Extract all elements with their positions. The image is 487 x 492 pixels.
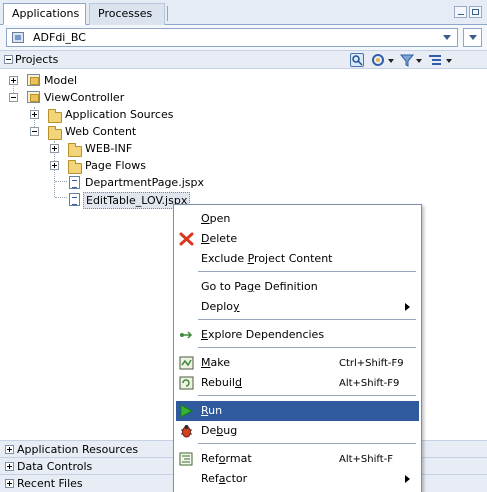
menu-item-make[interactable]: Make Ctrl+Shift-F9 (176, 353, 419, 373)
folder-icon (48, 126, 62, 140)
chevron-down-icon[interactable] (388, 59, 394, 63)
menu-item-reformat[interactable]: Reformat Alt+Shift-F (176, 449, 419, 469)
delete-icon (179, 232, 194, 246)
tab-processes-label: Processes (98, 7, 153, 20)
menu-separator (198, 271, 416, 272)
jspx-file-icon (69, 193, 80, 206)
expand-icon[interactable] (50, 161, 59, 170)
project-icon (27, 74, 40, 86)
expand-icon[interactable] (5, 462, 14, 471)
data-controls-label: Data Controls (17, 460, 93, 473)
tree-node-web-inf[interactable]: WEB-INF (85, 141, 132, 156)
tab-applications-label: Applications (12, 7, 80, 20)
chevron-down-icon (469, 35, 477, 40)
recent-files-label: Recent Files (17, 477, 83, 490)
application-dropdown[interactable]: ADFdi_BC (6, 28, 458, 47)
application-menu-button[interactable] (463, 28, 482, 47)
menu-item-label: Rebuild (201, 376, 242, 389)
tree-node-page-flows[interactable]: Page Flows (85, 158, 146, 173)
menu-item-refactor[interactable]: Refactor (176, 469, 419, 489)
expand-icon[interactable] (50, 144, 59, 153)
application-selector-bar: ADFdi_BC (0, 25, 487, 51)
folder-icon (68, 143, 82, 157)
chevron-down-icon (443, 35, 451, 40)
tab-processes[interactable]: Processes (89, 3, 165, 25)
chevron-down-icon[interactable] (416, 59, 422, 63)
menu-item-exclude-project-content[interactable]: Exclude Project Content (176, 249, 419, 269)
folder-icon (68, 160, 82, 174)
collapse-icon[interactable] (30, 127, 39, 136)
application-name: ADFdi_BC (33, 31, 86, 44)
rebuild-icon (179, 376, 194, 390)
tab-applications[interactable]: Applications (3, 3, 86, 25)
menu-separator (198, 319, 416, 320)
context-menu: Open Delete Exclude Project Content Go t… (173, 204, 422, 492)
menu-shortcut: Alt+Shift-F9 (339, 378, 400, 389)
dependencies-icon (179, 328, 194, 342)
menu-item-label: Go to Page Definition (201, 280, 318, 293)
reformat-icon (179, 452, 194, 466)
menu-item-open[interactable]: Open (176, 209, 419, 229)
filter-icon[interactable] (399, 53, 415, 67)
projects-title: Projects (15, 53, 59, 66)
submenu-arrow-icon (405, 303, 410, 311)
tree-node-department-page[interactable]: DepartmentPage.jspx (85, 175, 204, 190)
navigator-tab-bar: Applications Processes (0, 0, 487, 25)
expand-icon[interactable] (30, 110, 39, 119)
jspx-file-icon (69, 176, 80, 189)
view-options-icon[interactable] (428, 53, 442, 67)
tree-node-viewcontroller[interactable]: ViewController (44, 90, 124, 105)
minimize-icon[interactable] (454, 6, 467, 18)
menu-item-deploy[interactable]: Deploy (176, 297, 419, 317)
menu-item-label: Exclude Project Content (201, 252, 333, 265)
menu-shortcut: Ctrl+Shift-F9 (339, 358, 404, 369)
chevron-down-icon[interactable] (446, 59, 452, 63)
expand-icon[interactable] (5, 445, 14, 454)
menu-item-label: Make (201, 356, 230, 369)
tree-connector (55, 181, 67, 182)
bug-icon (179, 424, 194, 438)
make-icon (179, 356, 194, 370)
menu-item-label: Open (201, 212, 231, 225)
tree-node-application-sources[interactable]: Application Sources (65, 107, 173, 122)
menu-item-label: Deploy (201, 300, 240, 313)
menu-separator (198, 443, 416, 444)
expand-icon[interactable] (5, 479, 14, 488)
maximize-icon[interactable] (469, 6, 482, 18)
menu-item-rebuild[interactable]: Rebuild Alt+Shift-F9 (176, 373, 419, 393)
menu-item-goto-page-definition[interactable]: Go to Page Definition (176, 277, 419, 297)
folder-icon (48, 109, 62, 123)
menu-item-label: Debug (201, 424, 238, 437)
menu-item-label: Reformat (201, 452, 252, 465)
collapse-icon[interactable] (9, 93, 18, 102)
menu-item-debug[interactable]: Debug (176, 421, 419, 441)
projects-panel-header[interactable]: Projects (0, 51, 487, 69)
tree-connector (55, 197, 67, 198)
menu-item-label: Refactor (201, 472, 248, 485)
search-icon[interactable] (350, 53, 364, 67)
menu-separator (198, 347, 416, 348)
menu-item-run[interactable]: Run (176, 401, 419, 421)
submenu-arrow-icon (405, 475, 410, 483)
collapse-icon[interactable] (4, 55, 13, 64)
application-icon (12, 32, 24, 43)
sync-icon[interactable] (371, 53, 385, 67)
tree-node-model[interactable]: Model (44, 73, 77, 88)
menu-item-label: Run (201, 404, 223, 417)
application-resources-label: Application Resources (17, 443, 139, 456)
expand-icon[interactable] (9, 76, 18, 85)
menu-item-explore-dependencies[interactable]: Explore Dependencies (176, 325, 419, 345)
tree-node-web-content[interactable]: Web Content (65, 124, 136, 139)
menu-item-label: Explore Dependencies (201, 328, 325, 341)
run-icon (179, 404, 194, 418)
menu-shortcut: Alt+Shift-F (339, 454, 394, 465)
tab-divider (167, 6, 168, 21)
menu-item-label: Delete (201, 232, 238, 245)
project-icon (27, 91, 40, 103)
menu-separator (198, 395, 416, 396)
menu-item-delete[interactable]: Delete (176, 229, 419, 249)
